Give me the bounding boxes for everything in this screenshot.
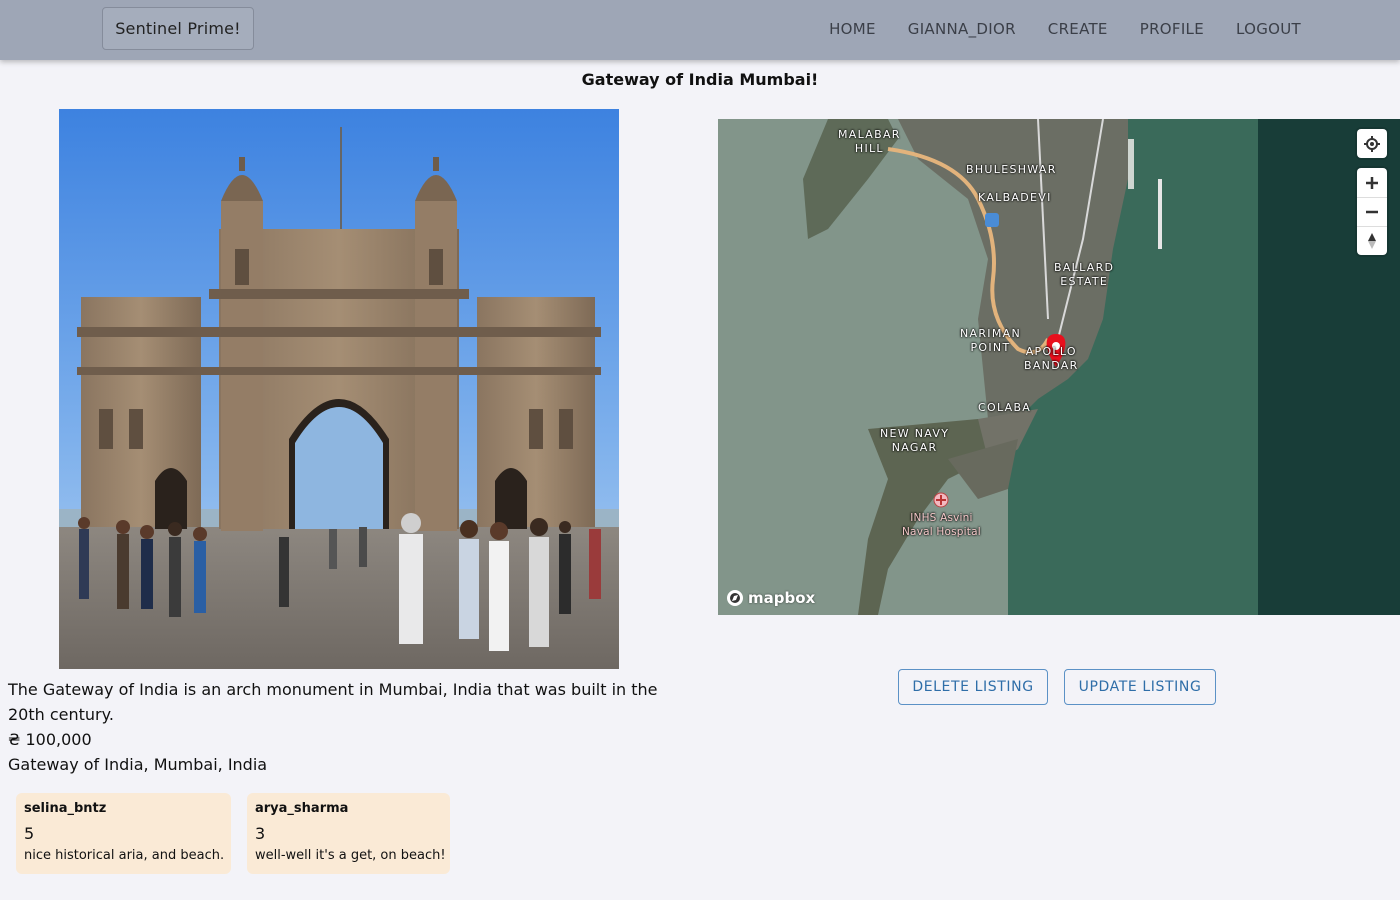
nav-links: HOME GIANNA_DIOR CREATE PROFILE LOGOUT [829,0,1301,57]
mapbox-logo[interactable]: mapbox [726,589,815,607]
review-username: arya_sharma [255,801,349,816]
update-listing-button[interactable]: UPDATE LISTING [1064,669,1216,705]
delete-listing-button[interactable]: DELETE LISTING [898,669,1048,705]
map-label-ballard: BALLARD ESTATE [1054,261,1115,288]
zoom-in-icon[interactable] [1357,168,1387,197]
listing-description: The Gateway of India is an arch monument… [8,680,658,724]
review-text: nice historical aria, and beach. [24,848,225,863]
map-label-kalbadevi: KALBADEVI [978,191,1052,204]
page-title: Gateway of India Mumbai! [581,70,819,89]
map-label-apollo: APOLLO BANDAR [1024,345,1079,372]
geolocate-control [1357,129,1387,158]
map-label-newnavy: NEW NAVY NAGAR [880,427,950,454]
review-username: selina_bntz [24,801,107,816]
top-navbar: Sentinel Prime! HOME GIANNA_DIOR CREATE … [0,0,1400,60]
listing-info: The Gateway of India is an arch monument… [8,677,678,777]
zoom-out-icon[interactable] [1357,197,1387,226]
mapbox-logo-text: mapbox [748,589,816,607]
nav-logout[interactable]: LOGOUT [1236,20,1301,38]
nav-username[interactable]: GIANNA_DIOR [908,20,1016,38]
map-label-nariman: NARIMAN POINT [960,327,1021,354]
map-label-hospital: INHS Asvini Naval Hospital [902,512,981,538]
geolocate-icon[interactable] [1357,129,1387,158]
nav-create[interactable]: CREATE [1048,20,1108,38]
map-label-colaba: COLABA [978,401,1032,414]
nav-profile[interactable]: PROFILE [1140,20,1204,38]
review-rating: 5 [24,824,35,843]
mapbox-logo-icon [727,590,743,606]
nav-home[interactable]: HOME [829,20,876,38]
brand-button[interactable]: Sentinel Prime! [102,7,254,50]
map-label-malabar: MALABAR HILL [838,128,901,155]
listing-price: ₴ 100,000 [8,730,92,749]
zoom-controls [1357,168,1387,255]
review-card: arya_sharma 3 well-well it's a get, on b… [247,793,450,874]
review-rating: 3 [255,824,266,843]
review-text: well-well it's a get, on beach! [255,848,446,863]
location-map[interactable]: MALABAR HILL BHULESHWAR KALBADEVI BALLAR… [718,119,1400,615]
compass-icon[interactable] [1357,226,1387,255]
map-label-bhuleshwar: BHULESHWAR [966,163,1057,176]
review-card: selina_bntz 5 nice historical aria, and … [16,793,231,874]
listing-location: Gateway of India, Mumbai, India [8,755,268,774]
listing-photo [59,109,619,669]
